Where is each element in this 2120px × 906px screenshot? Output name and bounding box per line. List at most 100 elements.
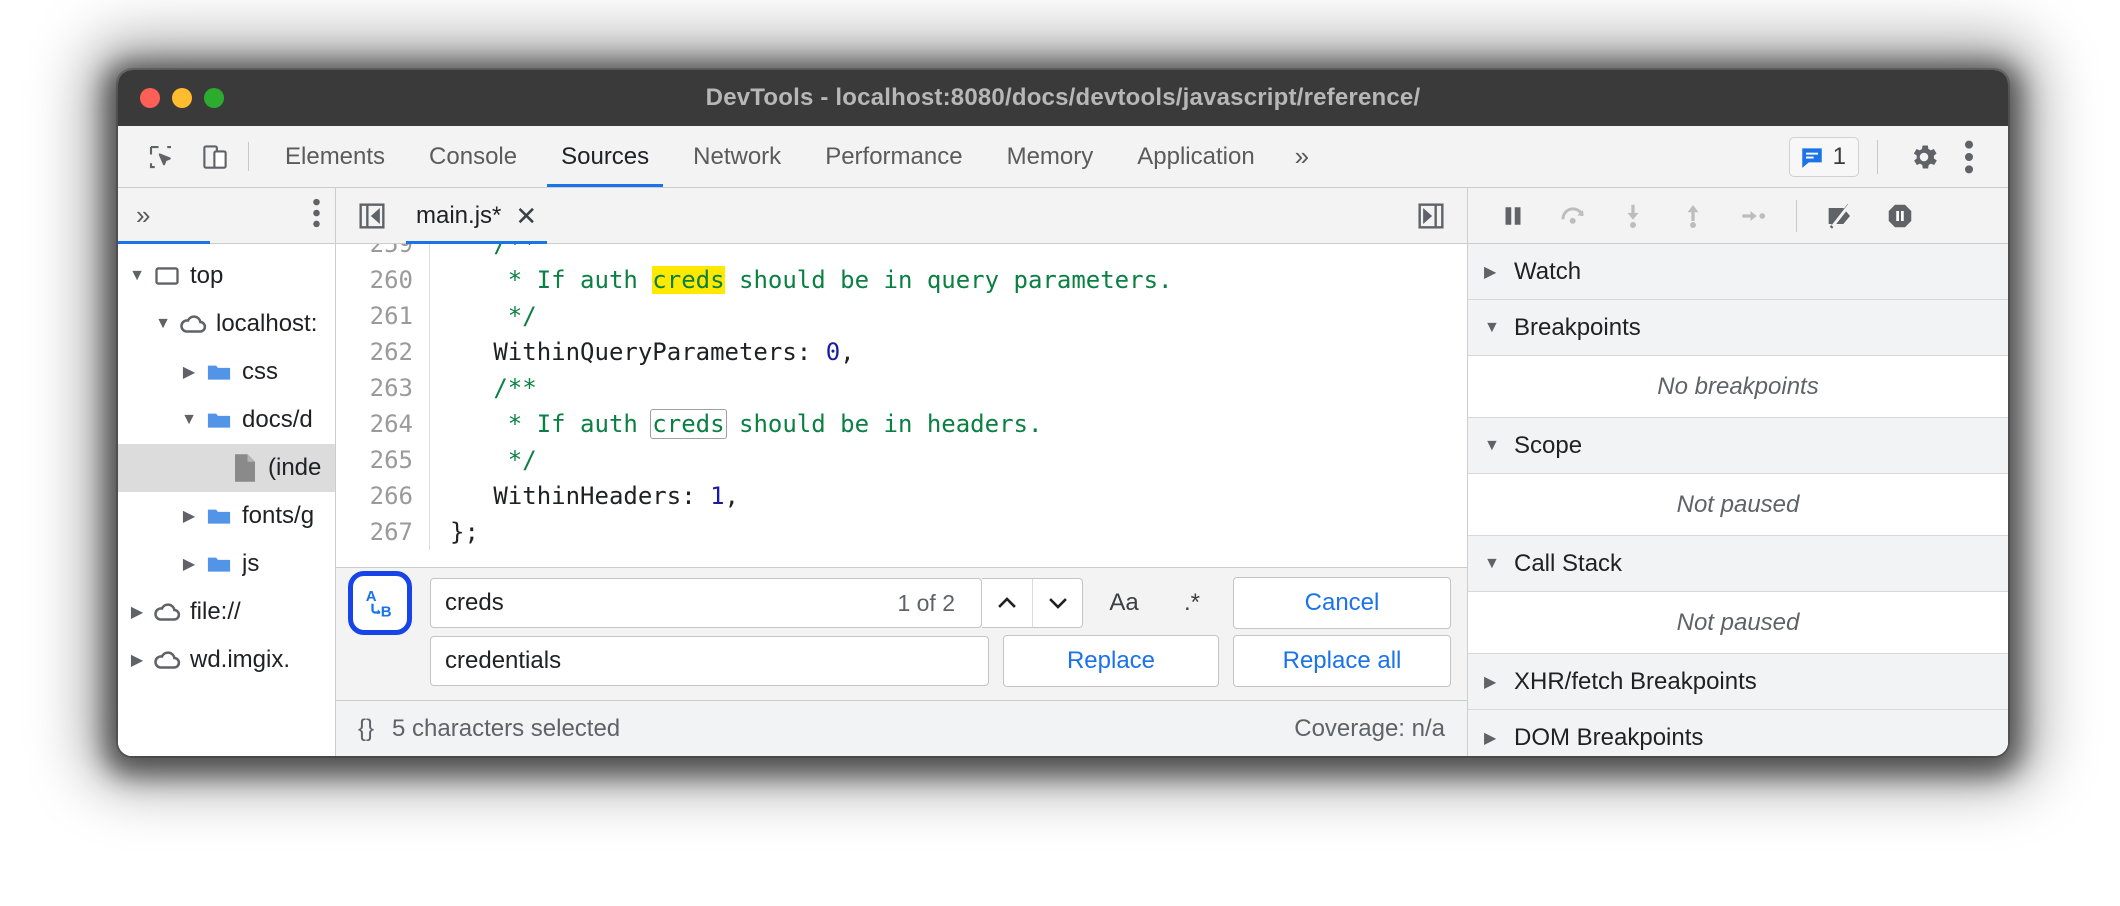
twisty-icon[interactable]: ▼: [1484, 555, 1502, 573]
code-text: /**: [450, 244, 537, 258]
code-text: */: [450, 446, 537, 474]
replace-button[interactable]: Replace: [1003, 635, 1219, 687]
devtools-window: DevTools - localhost:8080/docs/devtools/…: [118, 70, 2008, 756]
twisty-icon[interactable]: ▶: [176, 554, 202, 574]
close-window-button[interactable]: [140, 88, 160, 108]
use-regex-button[interactable]: .*: [1165, 578, 1219, 628]
navigator-options-kebab-icon[interactable]: [312, 198, 321, 233]
tree-item-wd-imgix[interactable]: ▶ wd.imgix.: [118, 636, 335, 684]
tree-item-docs[interactable]: ▼ docs/d: [118, 396, 335, 444]
window-traffic-lights: [118, 88, 224, 108]
code-text: * If auth: [450, 410, 652, 438]
section-breakpoints[interactable]: ▼ Breakpoints: [1468, 300, 2008, 356]
tab-memory[interactable]: Memory: [985, 126, 1116, 187]
section-scope[interactable]: ▼ Scope: [1468, 418, 2008, 474]
twisty-icon[interactable]: ▶: [1484, 262, 1502, 282]
more-navigator-tabs-chevron-icon[interactable]: »: [136, 200, 150, 231]
tab-network[interactable]: Network: [671, 126, 803, 187]
step-into-icon[interactable]: [1606, 194, 1660, 238]
close-icon[interactable]: ✕: [515, 203, 537, 229]
twisty-icon[interactable]: ▶: [176, 506, 202, 526]
twisty-icon[interactable]: ▶: [124, 650, 150, 670]
window-title: DevTools - localhost:8080/docs/devtools/…: [118, 84, 2008, 112]
tree-item-js[interactable]: ▶ js: [118, 540, 335, 588]
search-input[interactable]: creds 1 of 2: [430, 578, 982, 628]
tree-item-index[interactable]: (inde: [118, 444, 335, 492]
folder-icon: [202, 358, 236, 386]
search-replace-bar: A B creds 1 of 2: [336, 567, 1467, 700]
step-out-icon[interactable]: [1666, 194, 1720, 238]
section-watch[interactable]: ▶ Watch: [1468, 244, 2008, 300]
section-label: DOM Breakpoints: [1514, 724, 1703, 752]
section-xhr-fetch-breakpoints[interactable]: ▶ XHR/fetch Breakpoints: [1468, 654, 2008, 710]
selection-status-text: 5 characters selected: [392, 715, 620, 743]
next-file-icon[interactable]: [1411, 196, 1451, 236]
code-viewer[interactable]: 259 /** 260 * If auth creds should be in…: [336, 244, 1467, 567]
step-over-icon[interactable]: [1546, 194, 1600, 238]
tree-item-localhost[interactable]: ▼ localhost:: [118, 300, 335, 348]
twisty-icon[interactable]: ▶: [176, 362, 202, 382]
twisty-icon[interactable]: ▼: [176, 411, 202, 429]
main-menu-kebab-icon[interactable]: [1958, 140, 1986, 174]
tab-performance[interactable]: Performance: [803, 126, 984, 187]
tab-elements[interactable]: Elements: [263, 126, 407, 187]
code-number-literal: 1: [710, 482, 724, 510]
maximize-window-button[interactable]: [204, 88, 224, 108]
document-icon: [228, 453, 262, 483]
replace-all-button[interactable]: Replace all: [1233, 635, 1451, 687]
tab-console[interactable]: Console: [407, 126, 539, 187]
next-match-button[interactable]: [1032, 579, 1082, 627]
code-text: should be in headers.: [725, 410, 1043, 438]
device-toolbar-icon[interactable]: [196, 138, 234, 176]
more-tabs-chevron-icon[interactable]: »: [1277, 126, 1327, 187]
twisty-icon[interactable]: ▶: [124, 602, 150, 622]
twisty-icon[interactable]: ▼: [1484, 437, 1502, 455]
frame-icon: [150, 262, 184, 290]
section-call-stack[interactable]: ▼ Call Stack: [1468, 536, 2008, 592]
replace-ab-icon[interactable]: A B: [352, 575, 408, 631]
tree-item-file-protocol[interactable]: ▶ file://: [118, 588, 335, 636]
tree-item-top[interactable]: ▼ top: [118, 252, 335, 300]
match-count-label: 1 of 2: [897, 590, 955, 617]
previous-file-icon[interactable]: [352, 196, 392, 236]
twisty-icon[interactable]: ▼: [1484, 319, 1502, 337]
devtools-body: » ▼ top: [118, 188, 2008, 756]
tree-item-label: wd.imgix.: [190, 646, 290, 674]
deactivate-breakpoints-icon[interactable]: [1813, 194, 1867, 238]
find-row: A B creds 1 of 2: [348, 574, 1451, 632]
settings-gear-icon[interactable]: [1896, 141, 1952, 173]
section-dom-breakpoints[interactable]: ▶ DOM Breakpoints: [1468, 710, 2008, 756]
line-number: 264: [336, 406, 430, 442]
twisty-icon[interactable]: ▶: [1484, 672, 1502, 692]
pause-script-icon[interactable]: [1486, 194, 1540, 238]
tree-item-label: top: [190, 262, 223, 290]
pause-on-exceptions-icon[interactable]: [1873, 194, 1927, 238]
twisty-icon[interactable]: ▼: [124, 267, 150, 285]
replace-input[interactable]: credentials: [430, 636, 989, 686]
code-line: 262 WithinQueryParameters: 0,: [336, 334, 1467, 370]
cancel-button[interactable]: Cancel: [1233, 577, 1451, 629]
tree-item-label: (inde: [268, 454, 321, 482]
replace-input-value: credentials: [445, 647, 974, 675]
tab-sources[interactable]: Sources: [539, 126, 671, 187]
match-case-button[interactable]: Aa: [1097, 578, 1151, 628]
toolbar-left-icons: [118, 126, 244, 187]
step-icon[interactable]: [1726, 194, 1780, 238]
devtools-main-toolbar: Elements Console Sources Network Perform…: [118, 126, 2008, 188]
twisty-icon[interactable]: ▶: [1484, 728, 1502, 748]
previous-match-button[interactable]: [982, 579, 1032, 627]
tree-item-css[interactable]: ▶ css: [118, 348, 335, 396]
minimize-window-button[interactable]: [172, 88, 192, 108]
twisty-icon[interactable]: ▼: [150, 315, 176, 333]
tree-item-fonts[interactable]: ▶ fonts/g: [118, 492, 335, 540]
debugger-toolbar-divider: [1796, 200, 1797, 232]
inspect-element-icon[interactable]: [142, 138, 180, 176]
line-number: 267: [336, 514, 430, 550]
editor-status-bar: {} 5 characters selected Coverage: n/a: [336, 700, 1467, 756]
editor-tab-mainjs[interactable]: main.js* ✕: [406, 188, 547, 243]
code-text: ,: [840, 338, 854, 366]
pretty-print-icon[interactable]: {}: [358, 715, 374, 743]
console-messages-badge[interactable]: 1: [1789, 137, 1859, 177]
tab-application[interactable]: Application: [1115, 126, 1276, 187]
code-line: 259 /**: [336, 244, 1467, 262]
